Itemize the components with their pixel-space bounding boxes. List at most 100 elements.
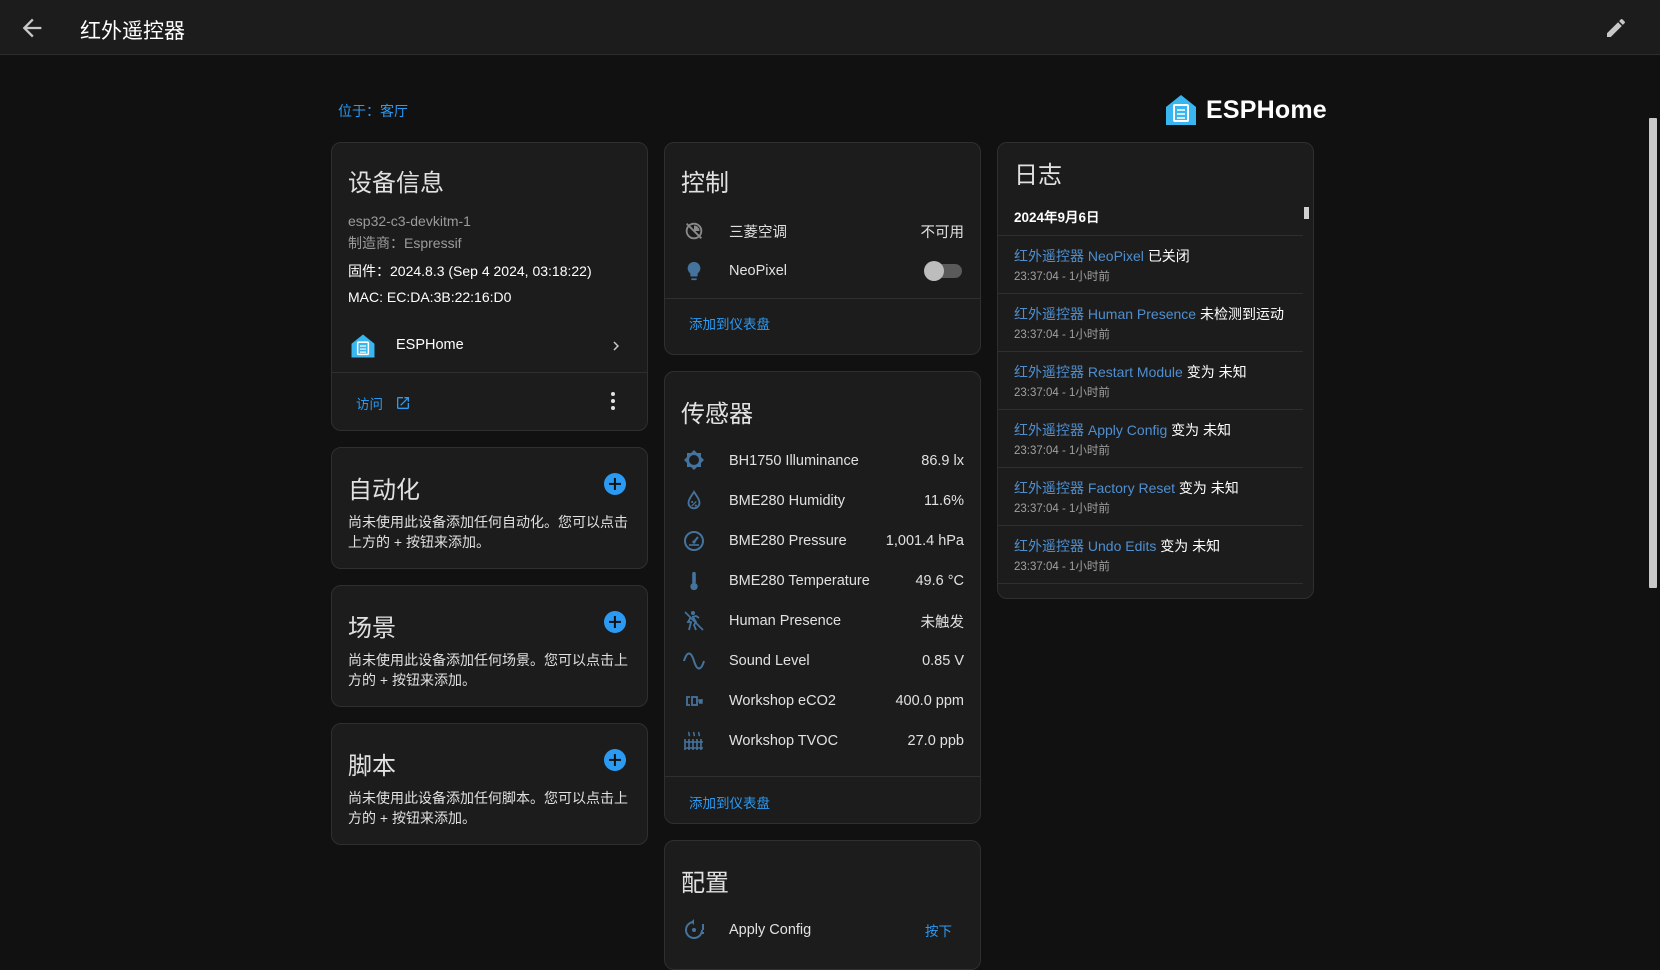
- more-options-button[interactable]: [603, 389, 623, 413]
- neopixel-toggle[interactable]: [924, 261, 962, 281]
- log-message: 变为 未知: [1171, 422, 1232, 438]
- log-entity-link[interactable]: 红外遥控器 Undo Edits: [1014, 538, 1156, 554]
- page-scrollbar-thumb[interactable]: [1649, 118, 1657, 588]
- integration-name: ESPHome: [396, 337, 464, 353]
- automation-empty-text: 尚未使用此设备添加任何自动化。您可以点击上方的 + 按钮来添加。: [348, 514, 628, 550]
- brightness-icon: [681, 448, 707, 474]
- config-name: Apply Config: [729, 922, 812, 938]
- sensor-name: BME280 Humidity: [729, 493, 846, 509]
- sensor-row[interactable]: Workshop eCO2 400.0 ppm: [665, 682, 980, 720]
- divider: [998, 583, 1303, 584]
- device-firmware: 固件：2024.8.3 (Sep 4 2024, 03:18:22): [348, 263, 592, 279]
- sine-wave-icon: [681, 648, 707, 674]
- page-title: 红外遥控器: [80, 20, 185, 43]
- log-message: 未检测到运动: [1199, 306, 1284, 322]
- sensor-name: Workshop TVOC: [729, 733, 839, 749]
- log-entry: 红外遥控器 Factory Reset 变为 未知 23:37:04 - 1小时…: [998, 467, 1303, 524]
- sensor-row[interactable]: Workshop TVOC 27.0 ppb: [665, 722, 980, 760]
- sensor-value: 1,001.4 hPa: [885, 533, 964, 549]
- sensors-card: 传感器 BH1750 Illuminance 86.9 lx BME280 Hu…: [664, 371, 981, 824]
- add-automation-button[interactable]: [604, 473, 626, 495]
- sensor-name: Human Presence: [729, 613, 842, 629]
- integration-row[interactable]: ESPHome: [332, 321, 647, 371]
- log-time: 23:37:04 - 1小时前: [1014, 387, 1110, 399]
- card-title: 自动化: [348, 477, 420, 504]
- restart-alert-icon: [681, 917, 707, 943]
- card-title: 设备信息: [348, 170, 444, 197]
- log-date-header: 2024年9月6日: [1014, 210, 1100, 225]
- config-card: 配置 Apply Config 按下: [664, 840, 981, 970]
- log-message: 变为 未知: [1178, 480, 1239, 496]
- log-entry: 红外遥控器 Restart Module 变为 未知 23:37:04 - 1小…: [998, 351, 1303, 408]
- log-message: 已关闭: [1147, 248, 1190, 264]
- sensor-value: 400.0 ppm: [895, 693, 964, 709]
- visit-device-link[interactable]: 访问: [356, 393, 411, 413]
- device-mac: MAC: EC:DA:3B:22:16:D0: [348, 289, 512, 305]
- lightbulb-icon: [681, 258, 707, 284]
- logbook-scrollbar-thumb[interactable]: [1304, 207, 1309, 219]
- thermometer-icon: [681, 568, 707, 594]
- scripts-empty-text: 尚未使用此设备添加任何脚本。您可以点击上方的 + 按钮来添加。: [348, 790, 628, 826]
- sensor-row[interactable]: BME280 Temperature 49.6 °C: [665, 562, 980, 600]
- motion-sensor-icon: [681, 608, 707, 634]
- add-scene-button[interactable]: [604, 611, 626, 633]
- top-app-bar: 红外遥控器: [0, 0, 1660, 55]
- control-row[interactable]: 三菱空调 不可用: [665, 212, 980, 250]
- sensor-row[interactable]: BH1750 Illuminance 86.9 lx: [665, 442, 980, 480]
- sensor-value: 11.6%: [923, 493, 964, 509]
- radiator-icon: [681, 728, 707, 754]
- brand-name: ESPHome: [1206, 95, 1327, 124]
- arrow-left-icon: [22, 18, 42, 38]
- log-entity-link[interactable]: 红外遥控器 Restart Module: [1014, 364, 1183, 380]
- device-manufacturer: 制造商：Espressif: [348, 235, 462, 251]
- esphome-brand-logo: ESPHome: [1164, 93, 1327, 127]
- sensor-name: BME280 Pressure: [729, 533, 847, 549]
- log-time: 23:37:04 - 1小时前: [1014, 561, 1110, 573]
- log-entity-link[interactable]: 红外遥控器 Factory Reset: [1014, 480, 1175, 496]
- log-entity-link[interactable]: 红外遥控器 Human Presence: [1014, 306, 1196, 322]
- divider: [665, 776, 980, 777]
- card-title: 场景: [348, 615, 396, 642]
- divider: [332, 372, 647, 373]
- divider: [665, 298, 980, 299]
- scenes-empty-text: 尚未使用此设备添加任何场景。您可以点击上方的 + 按钮来添加。: [348, 652, 628, 688]
- sensor-row[interactable]: BME280 Humidity 11.6%: [665, 482, 980, 520]
- toggle-knob: [924, 261, 944, 281]
- control-row[interactable]: NeoPixel: [665, 252, 980, 290]
- log-entry: 红外遥控器 NeoPixel 已关闭 23:37:04 - 1小时前: [998, 235, 1303, 292]
- log-entry: 红外遥控器 Undo Edits 变为 未知 23:37:04 - 1小时前: [998, 525, 1303, 582]
- controls-card: 控制 三菱空调 不可用 NeoPixel 添加到仪表盘: [664, 142, 981, 355]
- sensor-value: 未触发: [920, 614, 965, 631]
- esphome-logo-icon: [1166, 95, 1196, 125]
- sensor-row[interactable]: Human Presence 未触发: [665, 602, 980, 640]
- config-row: Apply Config 按下: [665, 911, 980, 949]
- scenes-card: 场景 尚未使用此设备添加任何场景。您可以点击上方的 + 按钮来添加。: [331, 585, 648, 707]
- log-entry: 红外遥控器 Apply Config 变为 未知 23:37:04 - 1小时前: [998, 409, 1303, 466]
- page-scrollbar[interactable]: [1646, 56, 1660, 945]
- control-name: 三菱空调: [729, 224, 787, 241]
- sensor-row[interactable]: BME280 Pressure 1,001.4 hPa: [665, 522, 980, 560]
- control-name: NeoPixel: [729, 263, 788, 279]
- log-entity-link[interactable]: 红外遥控器 NeoPixel: [1014, 248, 1144, 264]
- log-message: 变为 未知: [1186, 364, 1247, 380]
- card-title: 脚本: [348, 753, 396, 780]
- card-title: 传感器: [681, 401, 753, 428]
- area-link[interactable]: 位于：客厅: [338, 101, 408, 121]
- edit-button[interactable]: [1604, 16, 1628, 40]
- add-to-dashboard-button[interactable]: 添加到仪表盘: [689, 792, 770, 812]
- log-entity-link[interactable]: 红外遥控器 Apply Config: [1014, 422, 1167, 438]
- add-to-dashboard-button[interactable]: 添加到仪表盘: [689, 313, 770, 333]
- control-value: 不可用: [920, 224, 965, 241]
- logbook-card: 日志 2024年9月6日 红外遥控器 NeoPixel 已关闭 23:37:04…: [997, 142, 1314, 599]
- log-time: 23:37:04 - 1小时前: [1014, 503, 1110, 515]
- chevron-right-icon: [613, 341, 619, 351]
- add-script-button[interactable]: [604, 749, 626, 771]
- scripts-card: 脚本 尚未使用此设备添加任何脚本。您可以点击上方的 + 按钮来添加。: [331, 723, 648, 845]
- pencil-icon: [1607, 18, 1625, 37]
- back-button[interactable]: [18, 14, 46, 42]
- sensor-name: Sound Level: [729, 653, 810, 669]
- sensor-row[interactable]: Sound Level 0.85 V: [665, 642, 980, 680]
- sensor-value: 0.85 V: [922, 653, 964, 669]
- co2-icon: [681, 688, 707, 714]
- press-button[interactable]: 按下: [925, 920, 952, 940]
